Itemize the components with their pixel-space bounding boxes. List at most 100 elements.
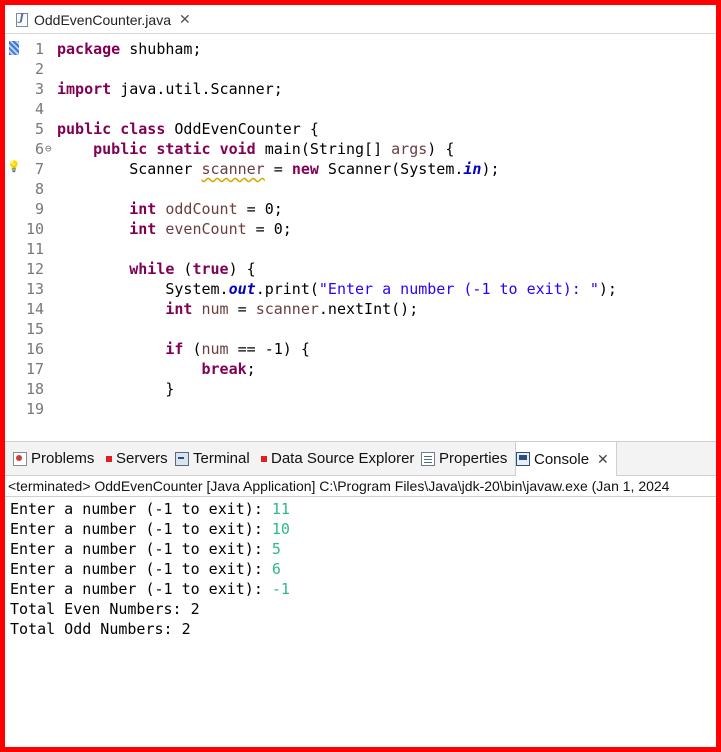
code-token: java.util.Scanner; <box>111 80 283 98</box>
line-number: 3 <box>34 80 44 98</box>
code-line[interactable]: 11 <box>5 239 716 259</box>
code-line[interactable]: 6 ⊖ public static void main(String[] args… <box>5 139 716 159</box>
problems-icon <box>13 451 27 466</box>
console-line: Enter a number (-1 to exit): 5 <box>10 539 281 559</box>
code-token: ; <box>246 360 256 378</box>
console-input: 6 <box>271 560 281 578</box>
code-line[interactable]: 16 if (num == -1) { <box>5 339 716 359</box>
code-token: args <box>391 140 428 158</box>
tab-label: Properties <box>439 450 508 467</box>
code-token: = 0; <box>246 220 292 238</box>
code-token: public <box>93 140 148 158</box>
code-line[interactable]: 9 int oddCount = 0; <box>5 199 716 219</box>
line-number: 2 <box>34 60 44 78</box>
tab-label: Terminal <box>193 450 250 467</box>
console-prompt: Enter a number (-1 to exit): <box>10 580 272 598</box>
tab-terminal[interactable]: Terminal <box>175 442 259 475</box>
console-line: Enter a number (-1 to exit): 11 <box>10 499 290 519</box>
line-number: 14 <box>25 300 44 318</box>
code-token: out <box>228 280 256 298</box>
code-line[interactable]: 5 public class OddEvenCounter { <box>5 119 716 139</box>
code-token: = 0; <box>237 200 283 218</box>
line-number: 5 <box>34 120 44 138</box>
code-token: "Enter a number (-1 to exit): " <box>318 280 599 298</box>
code-token: ( <box>183 340 202 358</box>
code-line[interactable]: 14 int num = scanner.nextInt(); <box>5 299 716 319</box>
code-line[interactable]: 7 Scanner scanner = new Scanner(System.i… <box>5 159 716 179</box>
editor-tab[interactable]: OddEvenCounter.java ✕ <box>8 6 204 33</box>
code-line[interactable]: 10 int evenCount = 0; <box>5 219 716 239</box>
code-token: new <box>291 160 319 178</box>
code-token: .print( <box>255 280 319 298</box>
code-token: = <box>264 160 292 178</box>
line-number: 6 <box>34 140 44 158</box>
code-token: public <box>57 120 112 138</box>
code-token: Scanner(System. <box>318 160 464 178</box>
tab-data-source-explorer[interactable]: Data Source Explorer <box>261 442 417 475</box>
code-line[interactable]: 12 while (true) { <box>5 259 716 279</box>
code-token: Scanner <box>57 160 202 178</box>
code-token: in <box>463 160 482 178</box>
console-input: 5 <box>271 540 281 558</box>
code-text: int oddCount = 0; <box>57 199 283 219</box>
code-token: evenCount <box>165 220 247 238</box>
code-line[interactable]: 18 } <box>5 379 716 399</box>
code-token: OddEvenCounter { <box>165 120 319 138</box>
code-text: import java.util.Scanner; <box>57 79 283 99</box>
code-token: while <box>129 260 175 278</box>
fold-collapse-icon[interactable]: ⊖ <box>45 139 52 159</box>
code-text: while (true) { <box>57 259 255 279</box>
terminal-icon <box>175 451 189 466</box>
code-line[interactable]: 4 <box>5 99 716 119</box>
code-line[interactable]: 2 <box>5 59 716 79</box>
java-file-icon <box>16 12 28 27</box>
line-number: 18 <box>25 380 44 398</box>
code-line[interactable]: 1 package shubham; <box>5 39 716 59</box>
code-line[interactable]: 3 import java.util.Scanner; <box>5 79 716 99</box>
code-token: true <box>192 260 229 278</box>
code-text: public class OddEvenCounter { <box>57 119 319 139</box>
code-token: import <box>57 80 112 98</box>
editor-sash <box>5 414 716 441</box>
console-input: 11 <box>271 500 290 518</box>
console-prompt: Enter a number (-1 to exit): <box>10 520 272 538</box>
code-line[interactable]: 8 <box>5 179 716 199</box>
code-token: main(String[] <box>255 140 392 158</box>
code-line[interactable]: 15 <box>5 319 716 339</box>
console-line: Enter a number (-1 to exit): 6 <box>10 559 281 579</box>
code-token: int <box>165 300 193 318</box>
console-prompt: Enter a number (-1 to exit): <box>10 500 272 518</box>
tab-properties[interactable]: Properties <box>421 442 513 475</box>
close-icon[interactable]: ✕ <box>597 451 609 468</box>
code-text: System.out.print("Enter a number (-1 to … <box>57 279 617 299</box>
tab-console[interactable]: Console ✕ <box>515 442 617 476</box>
console-output[interactable]: Enter a number (-1 to exit): 11 Enter a n… <box>5 497 716 747</box>
tab-label: Console <box>534 450 590 468</box>
tab-problems[interactable]: Problems <box>13 442 101 475</box>
code-token: ( <box>174 260 193 278</box>
servers-icon <box>106 455 112 462</box>
code-line[interactable]: 13 System.out.print("Enter a number (-1 … <box>5 279 716 299</box>
code-token: ); <box>481 160 500 178</box>
code-token: shubham; <box>120 40 202 58</box>
code-token: class <box>120 120 166 138</box>
code-token: scanner <box>255 300 319 318</box>
properties-icon <box>421 451 435 466</box>
console-prompt: Total Even Numbers: 2 <box>10 600 200 618</box>
line-number: 10 <box>25 220 44 238</box>
code-text: public static void main(String[] args) { <box>57 139 454 159</box>
code-token: void <box>219 140 256 158</box>
line-number: 15 <box>25 320 44 338</box>
tab-servers[interactable]: Servers <box>106 442 171 475</box>
console-icon <box>516 452 530 466</box>
close-icon[interactable]: ✕ <box>179 11 191 28</box>
console-line: Enter a number (-1 to exit): -1 <box>10 579 290 599</box>
code-token: break <box>201 360 247 378</box>
code-token: num <box>201 340 229 358</box>
code-editor[interactable]: 💡 1 package shubham; 2 3 import java.util.Sc… <box>5 34 716 443</box>
code-line[interactable]: 17 break; <box>5 359 716 379</box>
